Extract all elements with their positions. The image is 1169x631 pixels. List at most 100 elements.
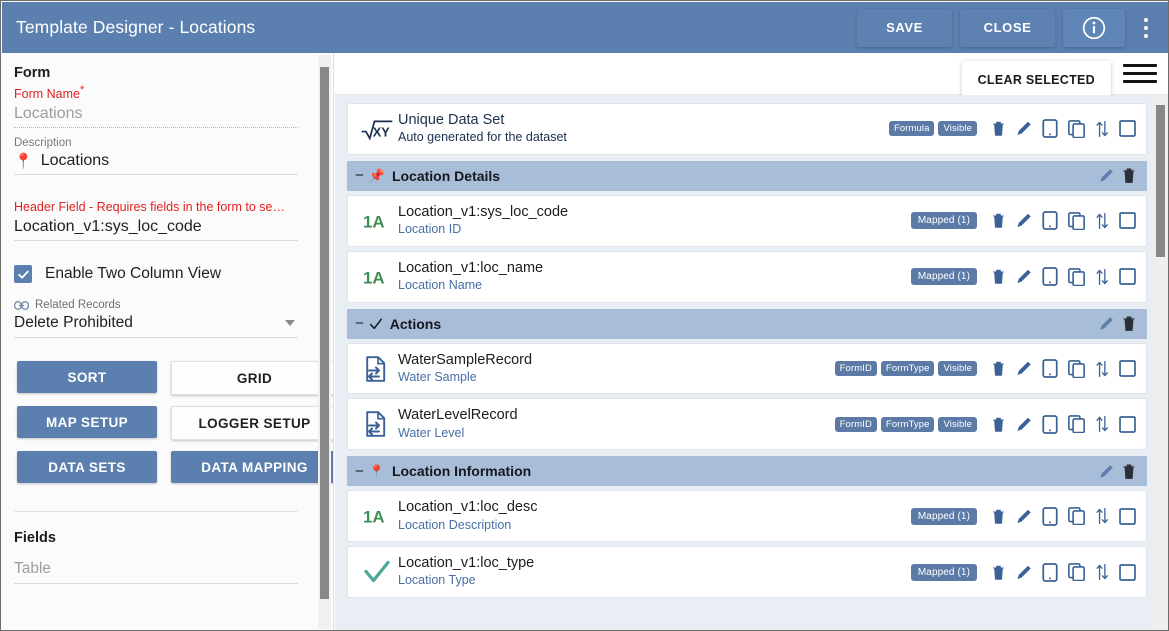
sidebar-scrollbar-thumb[interactable] (320, 67, 329, 599)
form-item-text: Location_v1:loc_desc Location Descriptio… (394, 499, 911, 533)
reorder-icon[interactable] (1095, 415, 1109, 433)
form-item-row[interactable]: 1A Location_v1:sys_loc_code Location ID … (347, 195, 1147, 247)
mobile-icon[interactable] (1042, 267, 1058, 286)
edit-icon[interactable] (1016, 120, 1032, 137)
select-checkbox-icon[interactable] (1119, 120, 1136, 137)
enable-two-column-view-checkbox[interactable]: Enable Two Column View (14, 265, 298, 283)
delete-icon[interactable] (991, 268, 1006, 285)
delete-icon[interactable] (991, 508, 1006, 525)
select-checkbox-icon[interactable] (1119, 508, 1136, 525)
grid-button[interactable]: GRID (171, 361, 334, 395)
edit-icon[interactable] (1016, 508, 1032, 525)
copy-icon[interactable] (1068, 507, 1085, 525)
select-checkbox-icon[interactable] (1119, 212, 1136, 229)
edit-icon[interactable] (1099, 316, 1114, 331)
mobile-icon[interactable] (1042, 211, 1058, 230)
mobile-icon[interactable] (1042, 119, 1058, 138)
delete-icon[interactable] (1121, 315, 1137, 332)
record-exchange-icon (360, 356, 394, 382)
delete-icon[interactable] (991, 416, 1006, 433)
delete-icon[interactable] (991, 360, 1006, 377)
save-button[interactable]: SAVE (857, 9, 952, 47)
info-button[interactable] (1063, 9, 1125, 47)
edit-icon[interactable] (1016, 212, 1032, 229)
reorder-icon[interactable] (1095, 212, 1109, 230)
select-checkbox-icon[interactable] (1119, 360, 1136, 377)
form-item-row[interactable]: 1A Location_v1:loc_desc Location Descrip… (347, 490, 1147, 542)
group-actions (1099, 167, 1137, 184)
form-item-list: XY Unique Data Set Auto generated for th… (335, 95, 1169, 631)
select-checkbox-icon[interactable] (1119, 268, 1136, 285)
sidebar-scrollbar[interactable] (318, 55, 331, 629)
mobile-icon[interactable] (1042, 563, 1058, 582)
clear-selected-button[interactable]: CLEAR SELECTED (962, 61, 1111, 99)
select-checkbox-icon[interactable] (1119, 416, 1136, 433)
copy-icon[interactable] (1068, 563, 1085, 581)
copy-icon[interactable] (1068, 360, 1085, 378)
copy-icon[interactable] (1068, 212, 1085, 230)
form-item-subtitle: Location ID (398, 222, 911, 238)
copy-icon[interactable] (1068, 268, 1085, 286)
group-title: Location Details (392, 168, 1099, 184)
form-item-row[interactable]: WaterSampleRecord Water Sample FormID Fo… (347, 343, 1147, 395)
table-underline (14, 583, 298, 584)
delete-icon[interactable] (991, 212, 1006, 229)
group-title: Location Information (392, 463, 1099, 479)
delete-icon[interactable] (1121, 463, 1137, 480)
canvas-scrollbar[interactable] (1154, 97, 1167, 631)
select-checkbox-icon[interactable] (1119, 564, 1136, 581)
edit-icon[interactable] (1016, 360, 1032, 377)
reorder-icon[interactable] (1095, 563, 1109, 581)
edit-icon[interactable] (1016, 268, 1032, 285)
edit-icon[interactable] (1099, 464, 1114, 479)
delete-icon[interactable] (1121, 167, 1137, 184)
header-field-underline (14, 240, 298, 241)
form-item-row[interactable]: XY Unique Data Set Auto generated for th… (347, 103, 1147, 155)
more-vertical-icon (1144, 34, 1148, 38)
mobile-icon[interactable] (1042, 507, 1058, 526)
edit-icon[interactable] (1016, 564, 1032, 581)
form-item-title: WaterSampleRecord (398, 352, 835, 368)
collapse-toggle-icon[interactable]: − (355, 316, 364, 331)
description-input[interactable]: 📍 Locations (14, 150, 298, 174)
edit-icon[interactable] (1099, 168, 1114, 183)
form-name-input[interactable]: Locations (14, 103, 298, 127)
reorder-icon[interactable] (1095, 120, 1109, 138)
related-records-select[interactable]: Delete Prohibited (14, 312, 298, 337)
close-button[interactable]: CLOSE (960, 9, 1055, 47)
header-field-input[interactable]: Location_v1:sys_loc_code (14, 216, 298, 240)
data-sets-button[interactable]: DATA SETS (17, 451, 157, 483)
svg-text:1A: 1A (363, 268, 385, 287)
checkbox-checked-icon (14, 265, 32, 283)
mobile-icon[interactable] (1042, 415, 1058, 434)
collapse-toggle-icon[interactable]: − (355, 168, 364, 183)
reorder-icon[interactable] (1095, 268, 1109, 286)
reorder-icon[interactable] (1095, 360, 1109, 378)
edit-icon[interactable] (1016, 416, 1032, 433)
reorder-icon[interactable] (1095, 507, 1109, 525)
form-item-row[interactable]: WaterLevelRecord Water Level FormID Form… (347, 398, 1147, 450)
chevron-down-icon (285, 320, 295, 326)
canvas-menu-button[interactable] (1121, 57, 1159, 91)
data-mapping-button[interactable]: DATA MAPPING (171, 451, 334, 483)
more-options-button[interactable] (1131, 8, 1161, 48)
form-item-actions (991, 119, 1136, 138)
canvas-scrollbar-thumb[interactable] (1156, 105, 1165, 257)
table-input[interactable]: Table (14, 560, 298, 583)
delete-icon[interactable] (991, 564, 1006, 581)
delete-icon[interactable] (991, 120, 1006, 137)
map-setup-button[interactable]: MAP SETUP (17, 406, 157, 438)
copy-icon[interactable] (1068, 415, 1085, 433)
form-item-row[interactable]: 1A Location_v1:loc_name Location Name Ma… (347, 251, 1147, 303)
status-badge: Mapped (1) (911, 508, 977, 525)
form-item-row[interactable]: Location_v1:loc_type Location Type Mappe… (347, 546, 1147, 598)
form-item-chips: Formula Visible (889, 121, 977, 136)
logger-setup-button[interactable]: LOGGER SETUP (171, 406, 334, 440)
collapse-toggle-icon[interactable]: − (355, 464, 364, 479)
copy-icon[interactable] (1068, 120, 1085, 138)
group-header-location-details[interactable]: − 📌 Location Details (347, 161, 1147, 191)
sort-button[interactable]: SORT (17, 361, 157, 393)
mobile-icon[interactable] (1042, 359, 1058, 378)
group-header-actions[interactable]: − Actions (347, 309, 1147, 339)
group-header-location-information[interactable]: − 📍 Location Information (347, 456, 1147, 486)
